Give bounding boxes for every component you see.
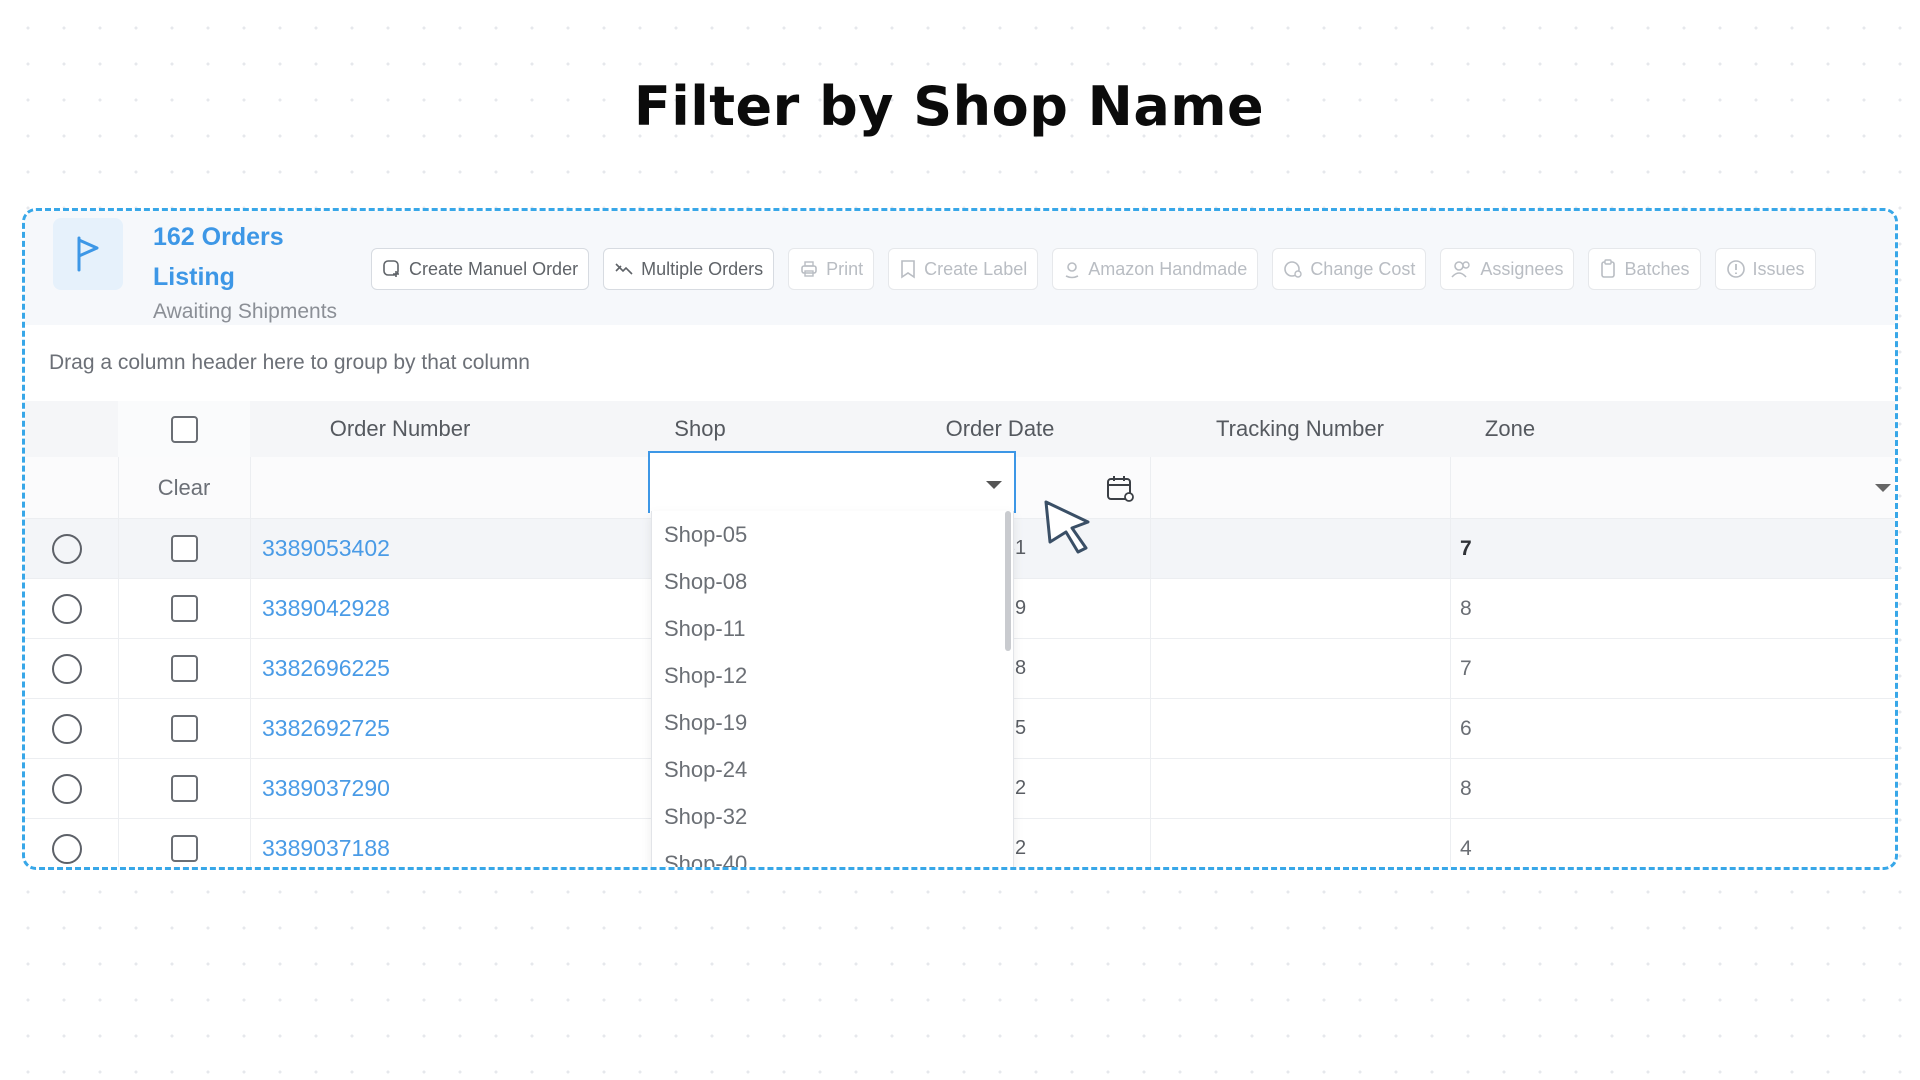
order-number-link[interactable]: 3389037188 (250, 819, 550, 867)
shop-dropdown-list: Shop-05 Shop-08 Shop-11 Shop-12 Shop-19 Shop-… (651, 511, 1014, 867)
orders-panel: 162 Orders Listing Awaiting Shipments Cr… (22, 208, 1898, 870)
tracking-number-cell (1150, 699, 1450, 758)
zone-cell: 7 (1460, 536, 1472, 560)
issues-label: Issues (1752, 258, 1805, 279)
change-cost-button[interactable]: Change Cost (1272, 248, 1427, 290)
row-checkbox[interactable] (170, 535, 198, 562)
row-checkbox[interactable] (170, 595, 198, 622)
zone-cell: 8 (1460, 596, 1472, 620)
mouse-cursor-icon (1044, 500, 1090, 554)
zone-cell: 6 (1460, 716, 1472, 740)
alert-icon (1726, 260, 1745, 278)
dropdown-scrollbar[interactable] (1005, 511, 1011, 651)
create-label-button[interactable]: Create Label (888, 248, 1039, 290)
row-checkbox[interactable] (170, 775, 198, 802)
printer-icon (801, 261, 817, 277)
amazon-handmade-button[interactable]: Amazon Handmade (1052, 248, 1259, 290)
shop-filter-select[interactable] (648, 451, 1016, 513)
cost-icon (1284, 261, 1303, 278)
batches-label: Batches (1624, 258, 1690, 279)
create-label-label: Create Label (924, 258, 1028, 279)
print-button[interactable]: Print (788, 248, 875, 290)
listing-title: Listing (153, 263, 235, 291)
users-icon (1451, 261, 1471, 278)
create-manual-order-label: Create Manuel Order (409, 258, 579, 279)
assignees-button[interactable]: Assignees (1440, 248, 1575, 290)
row-checkbox[interactable] (170, 655, 198, 682)
order-number-link[interactable]: 3382696225 (250, 639, 550, 698)
order-number-link[interactable]: 3389053402 (250, 519, 550, 578)
panel-header: 162 Orders Listing Awaiting Shipments Cr… (25, 211, 1895, 325)
shop-option[interactable]: Shop-24 (652, 746, 1013, 793)
tracking-number-cell (1150, 639, 1450, 698)
calendar-icon[interactable] (1105, 457, 1145, 518)
group-by-drop-zone[interactable]: Drag a column header here to group by th… (25, 325, 1895, 401)
row-radio[interactable] (52, 773, 82, 804)
row-checkbox[interactable] (170, 715, 198, 742)
row-radio[interactable] (52, 593, 82, 624)
zone-cell: 7 (1460, 656, 1472, 680)
order-number-filter[interactable] (250, 457, 550, 518)
column-header-tracking-number[interactable]: Tracking Number (1150, 401, 1450, 457)
shop-option[interactable]: Shop-19 (652, 699, 1013, 746)
orders-count-title: 162 Orders (153, 223, 284, 251)
column-header-order-date[interactable]: Order Date (850, 401, 1150, 457)
merge-icon (615, 263, 633, 275)
shop-option[interactable]: Shop-11 (652, 605, 1013, 652)
row-radio[interactable] (52, 713, 82, 744)
zone-cell: 8 (1460, 776, 1472, 800)
change-cost-label: Change Cost (1310, 258, 1416, 279)
page-heading: Filter by Shop Name (633, 75, 1265, 138)
add-order-icon (383, 260, 399, 277)
multiple-orders-label: Multiple Orders (641, 258, 764, 279)
chevron-down-icon (986, 481, 1002, 489)
amazon-handmade-label: Amazon Handmade (1088, 258, 1248, 279)
column-header-zone[interactable]: Zone (1450, 401, 1570, 457)
issues-button[interactable]: Issues (1714, 248, 1816, 290)
panel-subtitle: Awaiting Shipments (153, 300, 338, 323)
shop-option[interactable]: Shop-40 (652, 840, 1013, 867)
tracking-number-cell (1150, 519, 1450, 578)
tracking-number-cell (1150, 579, 1450, 638)
flag-icon (53, 218, 123, 290)
shop-option[interactable]: Shop-12 (652, 652, 1013, 699)
assignees-label: Assignees (1480, 258, 1564, 279)
row-radio[interactable] (52, 653, 82, 684)
order-number-link[interactable]: 3389042928 (250, 579, 550, 638)
panel-title-block: 162 Orders Listing Awaiting Shipments (153, 217, 393, 327)
column-header-order-number[interactable]: Order Number (250, 401, 550, 457)
zone-cell: 4 (1460, 836, 1472, 860)
chevron-down-icon (1875, 483, 1891, 492)
row-radio[interactable] (52, 533, 82, 564)
shop-option[interactable]: Shop-08 (652, 558, 1013, 605)
batches-button[interactable]: Batches (1588, 248, 1701, 290)
select-all-checkbox[interactable] (170, 415, 198, 443)
column-header-shop[interactable]: Shop (550, 401, 850, 457)
label-icon (901, 260, 915, 279)
order-number-link[interactable]: 3389037290 (250, 759, 550, 818)
row-checkbox[interactable] (170, 835, 198, 862)
clipboard-icon (1601, 259, 1616, 278)
tracking-number-cell (1150, 759, 1450, 818)
toolbar: Create Manuel Order Multiple Orders Prin… (371, 248, 1816, 290)
print-label: Print (826, 258, 864, 279)
multiple-orders-button[interactable]: Multiple Orders (603, 248, 775, 290)
create-manual-order-button[interactable]: Create Manuel Order (371, 248, 590, 290)
amazon-icon (1065, 262, 1079, 279)
tracking-number-cell (1150, 819, 1450, 867)
row-radio[interactable] (52, 833, 82, 864)
order-number-link[interactable]: 3382692725 (250, 699, 550, 758)
shop-option[interactable]: Shop-05 (652, 511, 1013, 558)
grid-header-row: Order Number Shop Order Date Tracking Nu… (25, 401, 1895, 457)
shop-option[interactable]: Shop-32 (652, 793, 1013, 840)
clear-filters-button[interactable]: Clear (118, 457, 250, 518)
zone-filter-dropdown[interactable] (1875, 457, 1895, 518)
